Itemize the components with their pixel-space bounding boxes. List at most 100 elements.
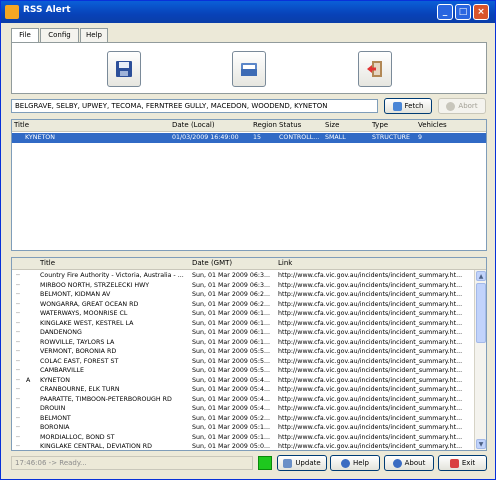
tree-line: ─ xyxy=(16,329,20,336)
table-row[interactable]: KYNETON 01/03/2009 16:49:00 15 CONTROLL.… xyxy=(12,133,486,143)
fetch-button[interactable]: Fetch xyxy=(384,98,432,114)
tree-line: ─ xyxy=(16,433,20,441)
list-item[interactable]: PAARATTE, TIMBOON-PETERBOROUGH RD Sun, 01… xyxy=(12,395,486,405)
list-item[interactable]: Country Fire Authority - Victoria, Austr… xyxy=(12,271,486,281)
tree-line: ─ xyxy=(16,310,20,317)
list-item[interactable]: WONGARRA, GREAT OCEAN RD Sun, 01 Mar 2009… xyxy=(12,300,486,310)
feed-date: Sun, 01 Mar 2009 06:1... xyxy=(192,329,271,336)
list-item[interactable]: CAMBARVILLE Sun, 01 Mar 2009 05:5... http:… xyxy=(12,366,486,376)
exit-icon xyxy=(449,458,459,468)
list-item[interactable]: KINGLAKE WEST, KESTREL LA Sun, 01 Mar 200… xyxy=(12,319,486,329)
col-feed-date[interactable]: Date (GMT) xyxy=(192,259,232,267)
fetch-label: Fetch xyxy=(404,102,424,110)
tree-line: ─ xyxy=(16,319,20,327)
feed-link: http://www.cfa.vic.gov.au/incidents/inci… xyxy=(278,367,463,374)
abort-button[interactable]: Abort xyxy=(438,98,486,114)
feed-table[interactable]: Title Date (GMT) Link Country Fire Autho… xyxy=(11,257,487,451)
file-tab-panel xyxy=(11,42,487,94)
feed-date: Sun, 01 Mar 2009 05:0... xyxy=(192,443,271,450)
col-size[interactable]: Size xyxy=(325,121,339,129)
list-item[interactable]: DROUIN Sun, 01 Mar 2009 05:4... http://www… xyxy=(12,404,486,414)
feed-link: http://www.cfa.vic.gov.au/incidents/inci… xyxy=(278,281,463,289)
incident-size: SMALL xyxy=(325,134,346,141)
feed-link: http://www.cfa.vic.gov.au/incidents/inci… xyxy=(278,348,463,355)
exit-door-icon xyxy=(367,61,382,77)
list-item[interactable]: MIRBOO NORTH, STRZELECKI HWY Sun, 01 Mar … xyxy=(12,281,486,291)
tree-line: ─ xyxy=(16,386,20,393)
list-item[interactable]: CRANBOURNE, ELK TURN Sun, 01 Mar 2009 05:… xyxy=(12,385,486,395)
maximize-button[interactable]: □ xyxy=(455,4,471,20)
open-folder-icon xyxy=(241,63,257,76)
feed-header: Title Date (GMT) Link xyxy=(12,258,486,270)
list-item[interactable]: BORONIA Sun, 01 Mar 2009 05:1... http://ww… xyxy=(12,423,486,433)
list-item[interactable]: ROWVILLE, TAYLORS LA Sun, 01 Mar 2009 06:… xyxy=(12,338,486,348)
col-date-local[interactable]: Date (Local) xyxy=(172,121,215,129)
feed-link: http://www.cfa.vic.gov.au/incidents/inci… xyxy=(278,395,463,403)
feed-scrollbar[interactable]: ▲ ▼ xyxy=(474,270,486,450)
feed-date: Sun, 01 Mar 2009 05:1... xyxy=(192,424,271,431)
scroll-up-arrow[interactable]: ▲ xyxy=(476,271,486,281)
feed-date: Sun, 01 Mar 2009 06:3... xyxy=(192,272,271,279)
list-item[interactable]: COLAC EAST, FOREST ST Sun, 01 Mar 2009 05… xyxy=(12,357,486,367)
list-item[interactable]: BELMONT Sun, 01 Mar 2009 05:2... http://ww… xyxy=(12,414,486,424)
incident-region: 15 xyxy=(253,134,262,141)
status-bar: 17:46:06 -> Ready... xyxy=(11,456,253,470)
col-type[interactable]: Type xyxy=(372,121,388,129)
minimize-button[interactable]: _ xyxy=(437,4,453,20)
status-indicator xyxy=(258,456,272,470)
incidents-table[interactable]: Title Date (Local) Region Status Size Ty… xyxy=(11,119,487,251)
feed-title: KYNETON xyxy=(40,376,70,384)
tab-config[interactable]: Config xyxy=(40,28,79,42)
scroll-down-arrow[interactable]: ▼ xyxy=(476,439,486,449)
incident-status: CONTROLL... xyxy=(279,134,320,141)
feed-link: http://www.cfa.vic.gov.au/incidents/inci… xyxy=(278,386,463,393)
col-title[interactable]: Title xyxy=(14,121,29,129)
feed-link: http://www.cfa.vic.gov.au/incidents/inci… xyxy=(278,272,463,279)
help-button[interactable]: Help xyxy=(330,455,380,471)
tree-line: ─ xyxy=(16,291,20,298)
incidents-header: Title Date (Local) Region Status Size Ty… xyxy=(12,120,486,132)
location-search-input[interactable]: BELGRAVE, SELBY, UPWEY, TECOMA, FERNTREE… xyxy=(11,99,378,113)
update-label: Update xyxy=(295,459,321,467)
list-item[interactable]: DANDENONG Sun, 01 Mar 2009 06:1... http://… xyxy=(12,328,486,338)
feed-date: Sun, 01 Mar 2009 05:4... xyxy=(192,386,271,393)
update-button[interactable]: Update xyxy=(277,455,327,471)
feed-title: PAARATTE, TIMBOON-PETERBOROUGH RD xyxy=(40,395,172,403)
col-vehicles[interactable]: Vehicles xyxy=(418,121,447,129)
scroll-thumb[interactable] xyxy=(476,283,486,343)
list-item[interactable]: MORDIALLOC, BOND ST Sun, 01 Mar 2009 05:1… xyxy=(12,433,486,443)
col-feed-title[interactable]: Title xyxy=(40,259,55,267)
feed-title: KINGLAKE CENTRAL, DEVIATION RD xyxy=(40,443,152,450)
list-item[interactable]: WATERWAYS, MOONRISE CL Sun, 01 Mar 2009 0… xyxy=(12,309,486,319)
close-button[interactable]: × xyxy=(473,4,489,20)
list-item[interactable]: A KYNETON Sun, 01 Mar 2009 05:4... http://w… xyxy=(12,376,486,386)
feed-date: Sun, 01 Mar 2009 06:1... xyxy=(192,338,271,346)
tab-file[interactable]: File xyxy=(11,28,39,43)
list-item[interactable]: KINGLAKE CENTRAL, DEVIATION RD Sun, 01 Ma… xyxy=(12,442,486,450)
feed-flag: A xyxy=(26,376,31,384)
about-button[interactable]: About xyxy=(384,455,434,471)
col-feed-link[interactable]: Link xyxy=(278,259,292,267)
title-bar[interactable]: RSS Alert _ □ × xyxy=(1,1,495,23)
exit-app-button[interactable] xyxy=(358,51,392,87)
col-status[interactable]: Status xyxy=(279,121,301,129)
fetch-icon xyxy=(392,101,402,111)
col-region[interactable]: Region xyxy=(253,121,277,129)
app-window: RSS Alert _ □ × File Config Help BELGRAV… xyxy=(0,0,496,480)
feed-title: MIRBOO NORTH, STRZELECKI HWY xyxy=(40,281,150,289)
tab-help[interactable]: Help xyxy=(80,28,108,42)
open-button[interactable] xyxy=(232,51,266,87)
feed-date: Sun, 01 Mar 2009 06:1... xyxy=(192,310,271,317)
list-item[interactable]: BELMONT, KIDMAN AV Sun, 01 Mar 2009 06:2.… xyxy=(12,290,486,300)
tree-line: ─ xyxy=(16,348,20,355)
feed-title: Country Fire Authority - Victoria, Austr… xyxy=(40,272,184,279)
feed-date: Sun, 01 Mar 2009 05:4... xyxy=(192,405,271,412)
incident-title: KYNETON xyxy=(25,134,55,141)
exit-button[interactable]: Exit xyxy=(438,455,487,471)
feed-title: DANDENONG xyxy=(40,329,82,336)
feed-title: COLAC EAST, FOREST ST xyxy=(40,357,119,365)
save-button[interactable] xyxy=(107,51,141,87)
tree-line: ─ xyxy=(16,376,20,384)
list-item[interactable]: VERMONT, BORONIA RD Sun, 01 Mar 2009 05:5… xyxy=(12,347,486,357)
feed-link: http://www.cfa.vic.gov.au/incidents/inci… xyxy=(278,329,463,336)
